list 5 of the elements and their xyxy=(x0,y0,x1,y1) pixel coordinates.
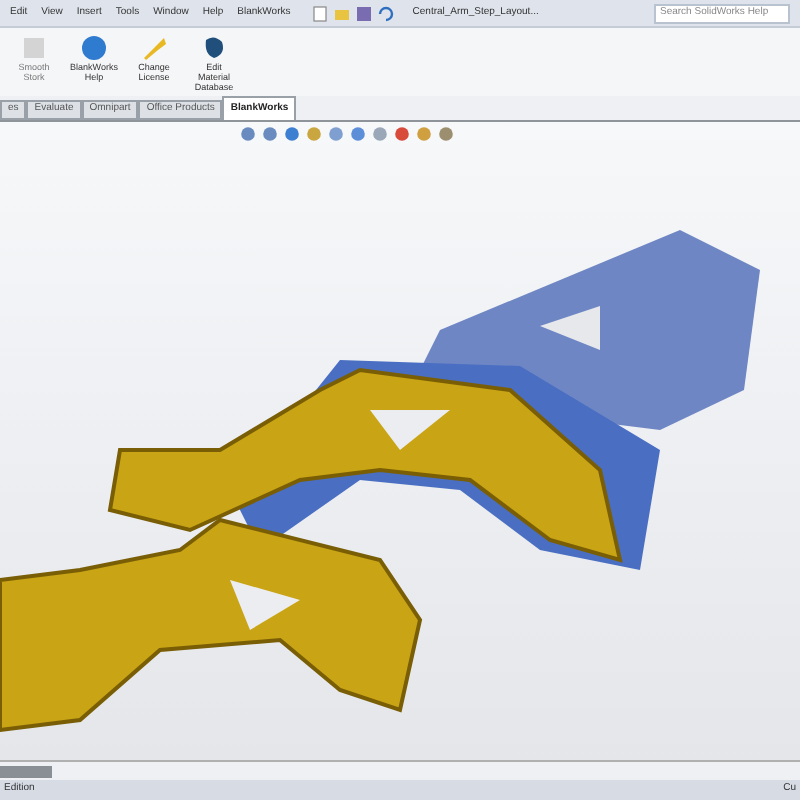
save-icon[interactable] xyxy=(356,5,373,21)
new-document-icon[interactable] xyxy=(312,5,329,21)
undo-icon[interactable] xyxy=(378,5,395,21)
sheet-icon xyxy=(20,34,48,62)
drop-icon xyxy=(200,34,228,62)
